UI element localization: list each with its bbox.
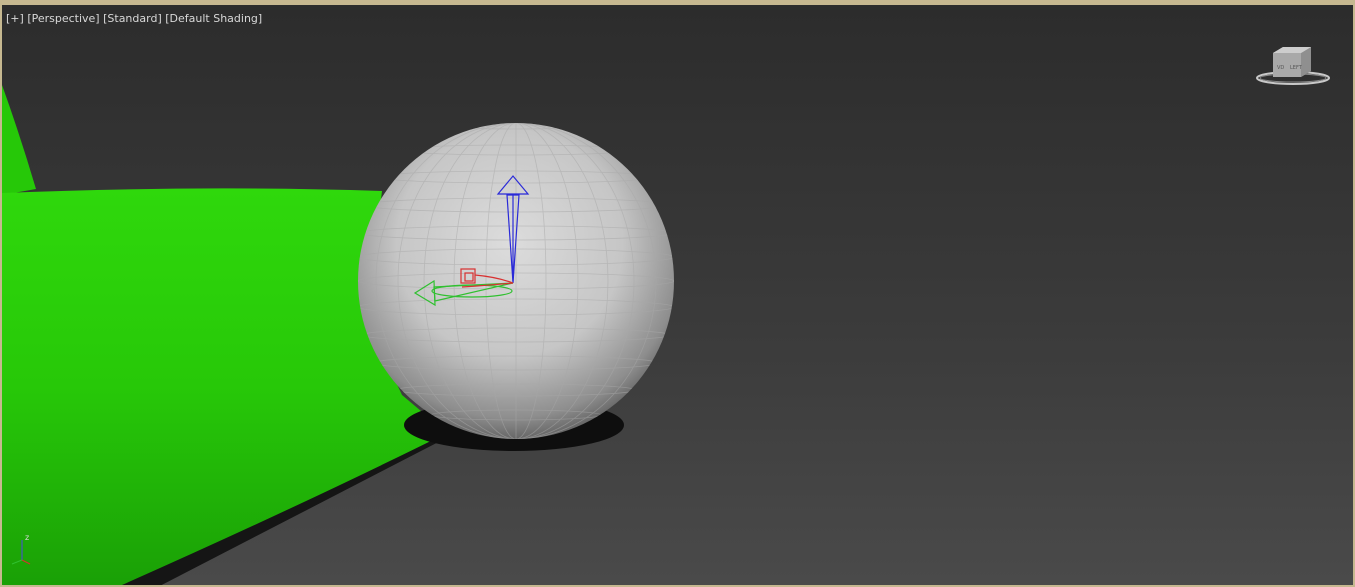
sphere-object[interactable] bbox=[358, 121, 674, 439]
axis-tripod: z bbox=[8, 530, 38, 570]
viewport-plus-menu[interactable]: [+] bbox=[6, 12, 24, 25]
green-limb-top[interactable] bbox=[2, 85, 36, 195]
viewcube-left-label[interactable]: LEFT bbox=[1290, 65, 1303, 71]
axis-z-label: z bbox=[25, 533, 29, 542]
viewport-label-bar: [+] [Perspective] [Standard] [Default Sh… bbox=[6, 12, 262, 25]
viewcube-widget[interactable]: VD LEFT bbox=[1255, 45, 1335, 95]
viewport-view-menu[interactable]: [Perspective] bbox=[27, 12, 99, 25]
viewcube-icon[interactable]: VD LEFT bbox=[1255, 45, 1335, 95]
viewport-style-menu[interactable]: [Standard] bbox=[103, 12, 162, 25]
viewport-shading-menu[interactable]: [Default Shading] bbox=[165, 12, 262, 25]
scene-canvas[interactable] bbox=[2, 5, 1353, 585]
perspective-viewport[interactable]: [+] [Perspective] [Standard] [Default Sh… bbox=[0, 0, 1355, 587]
viewcube-front-label[interactable]: VD bbox=[1277, 65, 1284, 71]
axis-tripod-icon: z bbox=[11, 533, 31, 565]
